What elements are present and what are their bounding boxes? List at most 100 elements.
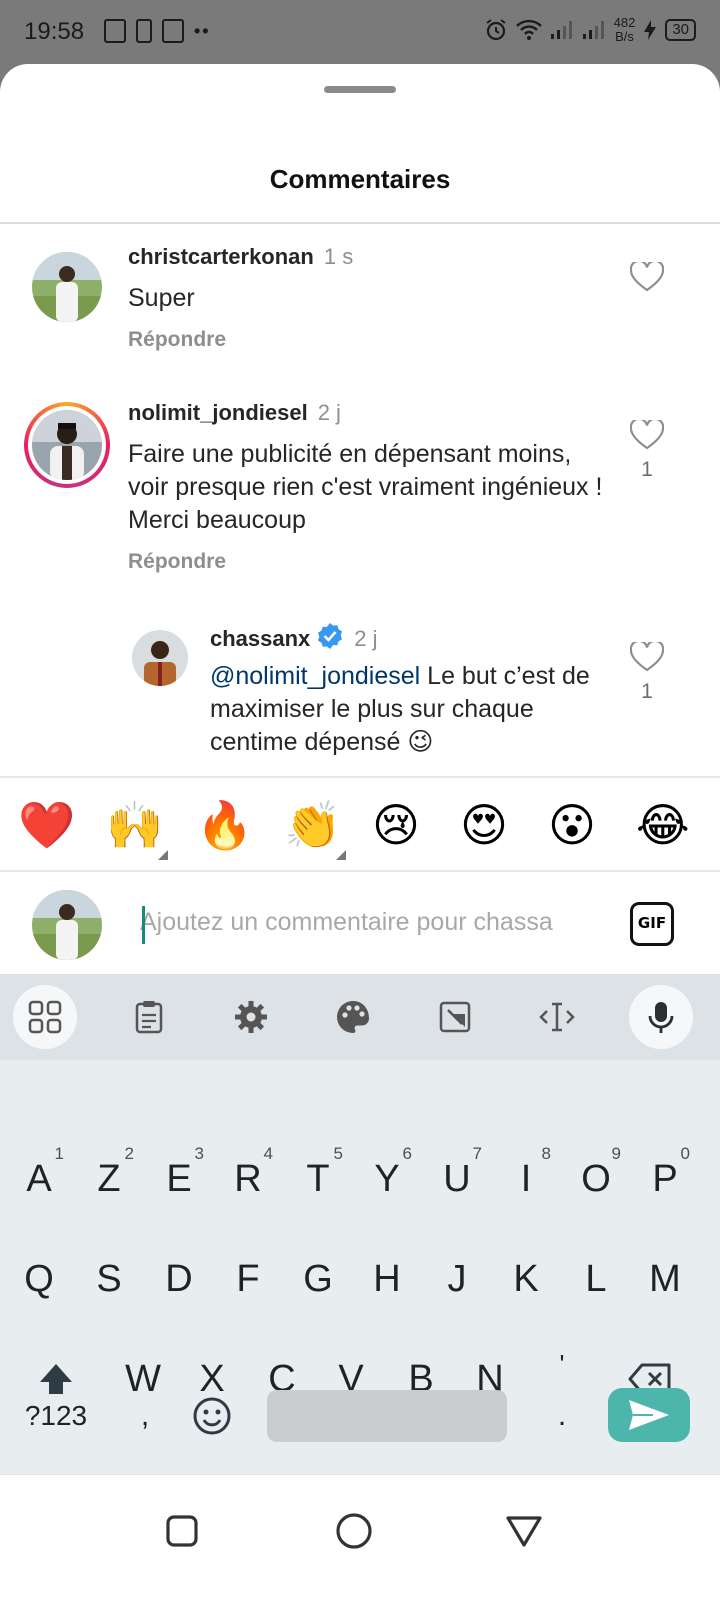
theme-button[interactable] xyxy=(321,985,385,1049)
like-count: 1 xyxy=(641,680,653,703)
key-f[interactable]: F xyxy=(213,1234,283,1324)
key-y[interactable]: Y6 xyxy=(352,1134,422,1224)
emoji-clap[interactable]: 👏 xyxy=(284,798,341,852)
clipboard-button[interactable] xyxy=(117,985,181,1049)
signal-icon xyxy=(582,21,604,39)
emoji-fire[interactable]: 🔥 xyxy=(196,798,253,852)
alarm-icon xyxy=(486,19,506,41)
comment-time: 1 s xyxy=(323,244,354,269)
divider xyxy=(0,776,720,778)
clipboard-icon xyxy=(135,1001,163,1034)
emoji-heart-eyes[interactable]: 😍 xyxy=(460,798,508,852)
status-left-icons: •• xyxy=(104,19,211,43)
more-dots-icon: •• xyxy=(194,20,211,41)
net-speed: 482 B/s xyxy=(614,16,636,44)
battery-alert-icon xyxy=(136,19,152,43)
net-speed-value: 482 xyxy=(613,15,636,30)
comment-username[interactable]: christcarterkonan 1 s xyxy=(128,244,353,270)
resize-icon xyxy=(439,1001,471,1033)
heart-icon[interactable] xyxy=(630,262,664,292)
comments-sheet: Commentaires christcarterkonan 1 s Super … xyxy=(0,64,720,1600)
quick-emoji-bar: ❤️ 🙌 🔥 👏 😢 😍 😮 😂 xyxy=(0,780,720,870)
reply-button[interactable]: Répondre xyxy=(128,328,226,352)
comment-username[interactable]: nolimit_jondiesel 2 j xyxy=(128,400,341,426)
emoji-surprised[interactable]: 😮 xyxy=(548,798,596,852)
avatar[interactable] xyxy=(132,630,188,686)
key-m[interactable]: M xyxy=(630,1234,700,1324)
emoji-laughing[interactable]: 😂 xyxy=(636,798,690,852)
comment-input[interactable] xyxy=(140,900,610,944)
soft-keyboard: A1 Z2 E3 R4 T5 Y6 U7 I8 O9 P0 Q S D F G … xyxy=(0,974,720,1474)
apps-grid-button[interactable] xyxy=(13,985,77,1049)
charging-icon xyxy=(644,20,657,40)
comma-key[interactable]: , xyxy=(120,1388,170,1444)
keyboard-toolbar xyxy=(0,974,720,1060)
key-s[interactable]: S xyxy=(74,1234,144,1324)
status-time: 19:58 xyxy=(24,18,85,45)
recents-button[interactable] xyxy=(162,1511,202,1551)
send-key[interactable] xyxy=(608,1388,690,1442)
key-a[interactable]: A1 xyxy=(4,1134,74,1224)
comment-text: @nolimit_jondiesel Le but c’est de maxim… xyxy=(210,660,610,759)
floating-keyboard-button[interactable] xyxy=(423,985,487,1049)
gear-icon xyxy=(235,1001,267,1033)
comment-text: Super xyxy=(128,284,195,312)
home-button[interactable] xyxy=(334,1511,374,1551)
key-hint: 0 xyxy=(680,1144,690,1163)
username-text[interactable]: christcarterkonan xyxy=(128,244,314,269)
key-hint: 3 xyxy=(194,1144,204,1163)
comment-text: Faire une publicité en dépensant moins, … xyxy=(128,440,603,534)
key-hint: 7 xyxy=(472,1144,482,1163)
key-d[interactable]: D xyxy=(144,1234,214,1324)
key-h[interactable]: H xyxy=(352,1234,422,1324)
gif-button[interactable]: GIF xyxy=(630,902,674,946)
heart-icon[interactable] xyxy=(630,642,664,672)
key-u[interactable]: U7 xyxy=(422,1134,492,1224)
symbols-key[interactable]: ?123 xyxy=(12,1388,100,1444)
verified-badge-icon xyxy=(318,623,343,649)
key-o[interactable]: O9 xyxy=(561,1134,631,1224)
key-hint: 1 xyxy=(54,1144,64,1163)
key-j[interactable]: J xyxy=(422,1234,492,1324)
avatar[interactable] xyxy=(32,410,102,480)
username-text[interactable]: chassanx xyxy=(210,626,310,651)
key-e[interactable]: E3 xyxy=(144,1134,214,1224)
key-l[interactable]: L xyxy=(561,1234,631,1324)
avatar[interactable] xyxy=(32,252,102,322)
text-cursor-button[interactable] xyxy=(525,985,589,1049)
heart-icon[interactable] xyxy=(630,420,664,450)
key-hint: 4 xyxy=(263,1144,273,1163)
emoji-heart[interactable]: ❤️ xyxy=(18,798,75,852)
username-text[interactable]: nolimit_jondiesel xyxy=(128,400,308,425)
key-hint: 5 xyxy=(333,1144,343,1163)
comment-username[interactable]: chassanx 2 j xyxy=(210,622,378,652)
key-hint: 2 xyxy=(124,1144,134,1163)
reply-button[interactable]: Répondre xyxy=(128,550,226,574)
back-button[interactable] xyxy=(504,1511,544,1551)
period-key[interactable]: . xyxy=(540,1388,584,1444)
like-count: 1 xyxy=(641,458,653,481)
settings-button[interactable] xyxy=(219,985,283,1049)
key-i[interactable]: I8 xyxy=(491,1134,561,1224)
grid-icon xyxy=(28,1000,62,1034)
wifi-icon xyxy=(515,19,542,40)
comment-time: 2 j xyxy=(354,626,378,651)
text-cursor xyxy=(142,906,145,944)
microphone-icon xyxy=(648,1002,674,1033)
key-g[interactable]: G xyxy=(283,1234,353,1324)
voice-input-button[interactable] xyxy=(629,985,693,1049)
emoji-key[interactable] xyxy=(186,1388,238,1444)
palette-icon xyxy=(337,1001,369,1033)
emoji-raised-hands[interactable]: 🙌 xyxy=(106,798,163,852)
comment-composer: GIF xyxy=(0,872,720,976)
emoji-crying[interactable]: 😢 xyxy=(372,798,420,852)
key-k[interactable]: K xyxy=(491,1234,561,1324)
key-t[interactable]: T5 xyxy=(283,1134,353,1224)
key-q[interactable]: Q xyxy=(4,1234,74,1324)
mention-link[interactable]: @nolimit_jondiesel xyxy=(210,662,420,690)
key-p[interactable]: P0 xyxy=(630,1134,700,1224)
key-z[interactable]: Z2 xyxy=(74,1134,144,1224)
space-bar[interactable] xyxy=(267,1390,507,1442)
sheet-drag-handle[interactable] xyxy=(324,86,396,93)
key-r[interactable]: R4 xyxy=(213,1134,283,1224)
